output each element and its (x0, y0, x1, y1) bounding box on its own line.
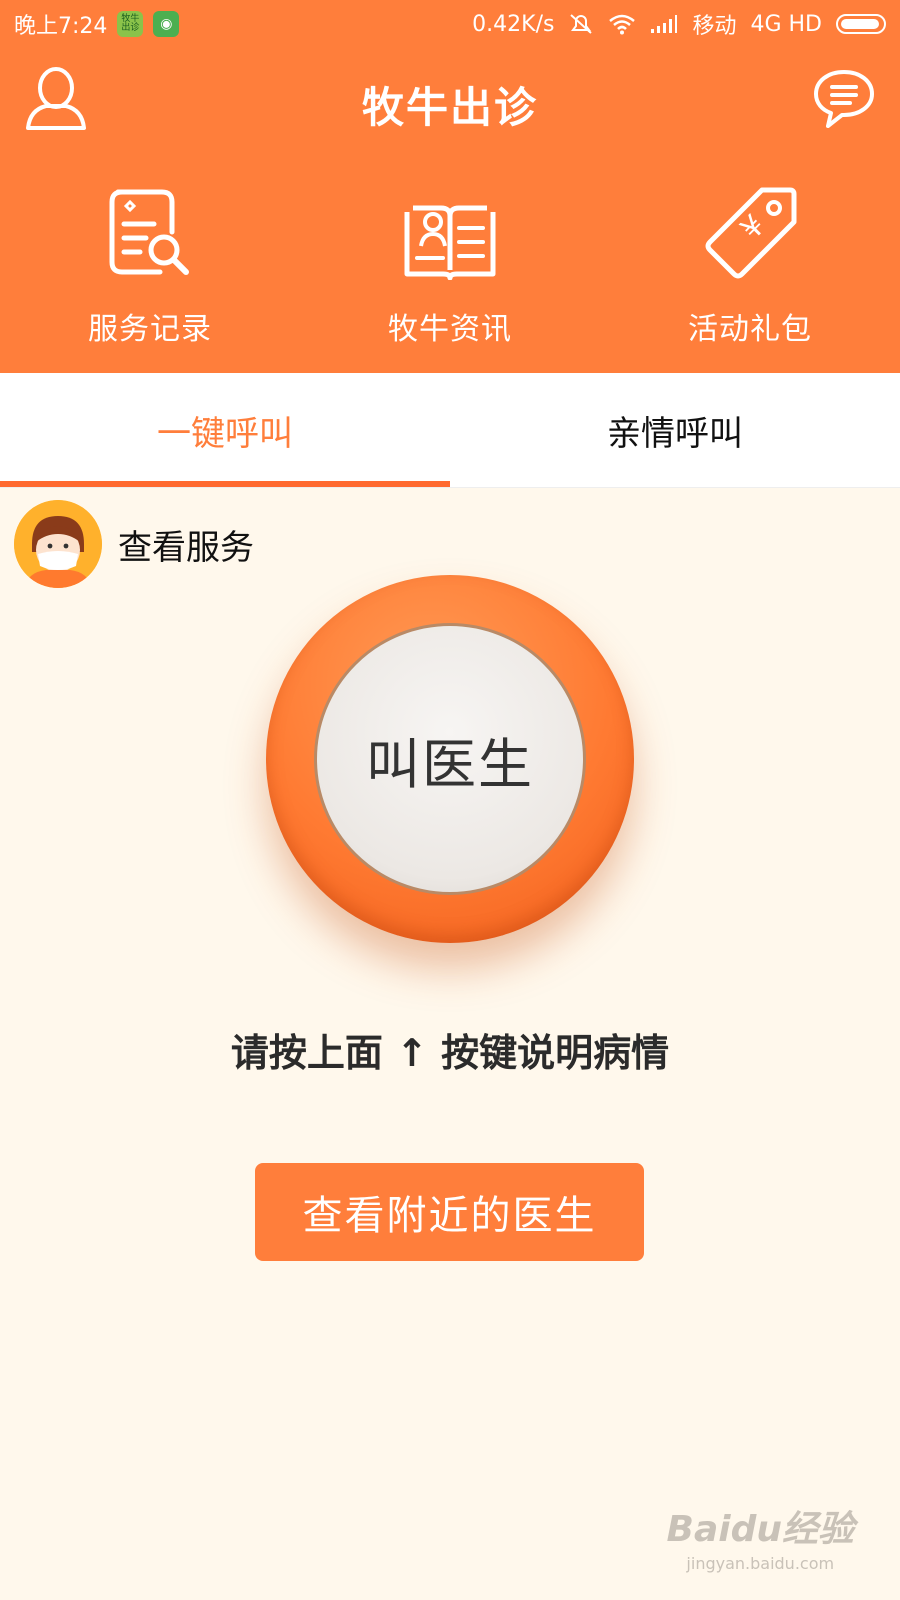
header: 晚上7:24 牧牛 出诊 ◉ 0.42K/s 移动 4G HD 牧牛出诊 服务记… (0, 0, 900, 373)
status-time: 晚上7:24 (14, 14, 108, 39)
tab-one-key-call[interactable]: 一键呼叫 (0, 373, 450, 487)
watermark-sub: jingyan.baidu.com (686, 1554, 835, 1573)
quick-action-service-record[interactable]: 服务记录 (0, 180, 300, 360)
instruction-hint: 请按上面 ↑ 按键说明病情 (230, 1031, 670, 1075)
network-speed: 0.42K/s (472, 11, 555, 37)
baidu-watermark: Baidu经验 jingyan.baidu.com (667, 1500, 854, 1573)
view-service[interactable]: 查看服务 (14, 500, 254, 588)
call-doctor-button[interactable]: 叫医生 (266, 575, 634, 943)
view-service-label: 查看服务 (118, 527, 254, 568)
doctor-avatar-icon (14, 500, 102, 588)
service-record-icon (109, 189, 189, 275)
quick-action-label: 活动礼包 (688, 312, 812, 347)
status-bar: 晚上7:24 牧牛 出诊 ◉ 0.42K/s 移动 4G HD (0, 0, 900, 48)
news-book-icon (404, 205, 496, 280)
quick-action-news[interactable]: 牧牛资讯 (300, 180, 600, 360)
quick-action-label: 牧牛资讯 (388, 312, 512, 347)
battery-icon (836, 14, 886, 34)
watermark-main: Baidu经验 (666, 1509, 854, 1550)
signal-icon (651, 15, 678, 33)
cat-notification-icon: ◉ (153, 11, 180, 37)
price-tag-icon: ¥ (705, 187, 797, 279)
app-notification-icon: 牧牛 出诊 (117, 11, 144, 37)
wifi-icon (609, 14, 636, 35)
quick-actions: 服务记录 牧牛资讯 ¥ 活动礼包 (0, 180, 900, 360)
quick-action-label: 服务记录 (88, 312, 212, 347)
tab-family-call[interactable]: 亲情呼叫 (450, 373, 900, 487)
call-button-label: 叫医生 (366, 732, 534, 796)
network-type: 4G HD (750, 11, 822, 37)
app-title: 牧牛出诊 (361, 83, 538, 132)
quick-action-gift[interactable]: ¥ 活动礼包 (600, 180, 900, 360)
call-button-face[interactable]: 叫医生 (314, 623, 586, 895)
carrier-name: 移动 (692, 14, 737, 39)
call-tabs: 一键呼叫 亲情呼叫 (0, 373, 900, 488)
doctor-avatar (14, 500, 102, 588)
mute-icon (570, 14, 593, 34)
view-nearby-doctors-button[interactable]: 查看附近的医生 (255, 1163, 644, 1261)
top-bar: 牧牛出诊 (0, 48, 900, 158)
message-icon[interactable] (812, 68, 876, 130)
